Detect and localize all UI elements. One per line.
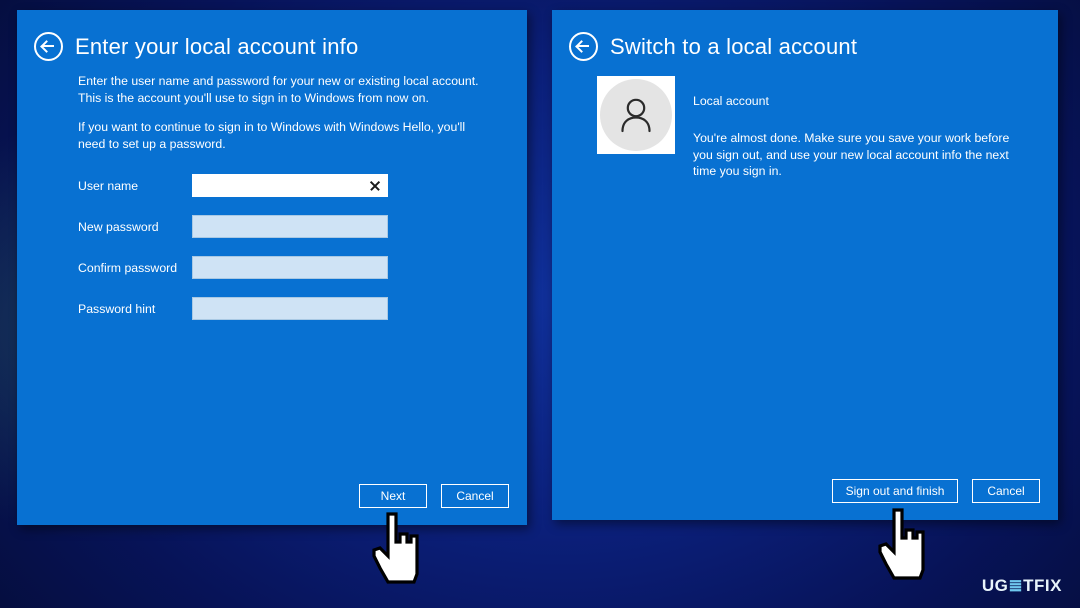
new-password-input[interactable] (193, 216, 387, 237)
username-field[interactable] (192, 174, 388, 197)
account-description: You're almost done. Make sure you save y… (693, 131, 1010, 178)
password-hint-label: Password hint (78, 301, 156, 316)
next-button[interactable]: Next (359, 484, 427, 508)
cancel-button[interactable]: Cancel (441, 484, 509, 508)
panel-header-left: Enter your local account info (17, 10, 527, 61)
local-account-form: User name New password Confirm password (17, 174, 527, 320)
confirm-password-input[interactable] (193, 257, 387, 278)
confirm-password-label: Confirm password (78, 260, 178, 275)
watermark-suffix: TFIX (1023, 576, 1062, 595)
new-password-field[interactable] (192, 215, 388, 238)
form-row-password-hint: Password hint (78, 297, 527, 320)
avatar-circle (600, 79, 672, 151)
back-arrow-icon[interactable] (34, 32, 63, 61)
password-hint-field[interactable] (192, 297, 388, 320)
sign-out-and-finish-button[interactable]: Sign out and finish (832, 479, 958, 503)
desktop-background: Enter your local account info Enter the … (0, 0, 1080, 608)
back-arrow-icon[interactable] (569, 32, 598, 61)
account-name-label: Local account (693, 94, 769, 108)
account-text-block: Local account You're almost done. Make s… (675, 76, 1013, 180)
avatar (597, 76, 675, 154)
password-hint-input[interactable] (193, 298, 387, 319)
user-avatar-icon (621, 98, 651, 133)
description-paragraph: Enter the user name and password for you… (78, 74, 479, 105)
username-label: User name (78, 178, 139, 193)
form-row-username: User name (78, 174, 527, 197)
watermark-mark: ≣ (1008, 576, 1024, 595)
form-row-new-password: New password (78, 215, 527, 238)
cancel-button[interactable]: Cancel (972, 479, 1040, 503)
form-row-confirm-password: Confirm password (78, 256, 527, 279)
watermark-prefix: UG (981, 576, 1009, 595)
footer-buttons-left: Next Cancel (359, 484, 509, 508)
confirm-password-field[interactable] (192, 256, 388, 279)
description-block-left: Enter the user name and password for you… (17, 61, 527, 152)
username-input[interactable] (193, 175, 387, 196)
new-password-label: New password (78, 219, 159, 234)
footer-buttons-right: Sign out and finish Cancel (832, 479, 1040, 503)
account-summary: Local account You're almost done. Make s… (552, 61, 1058, 180)
switch-to-local-account-panel: Switch to a local account Local account … (552, 10, 1058, 520)
description-paragraph: If you want to continue to sign in to Wi… (78, 120, 466, 151)
panel-header-right: Switch to a local account (552, 10, 1058, 61)
page-title: Enter your local account info (75, 33, 359, 59)
local-account-info-panel: Enter your local account info Enter the … (17, 10, 527, 525)
page-title: Switch to a local account (610, 33, 858, 59)
watermark-logo: UG≣TFIX (982, 576, 1062, 596)
close-x-icon[interactable] (369, 180, 381, 192)
